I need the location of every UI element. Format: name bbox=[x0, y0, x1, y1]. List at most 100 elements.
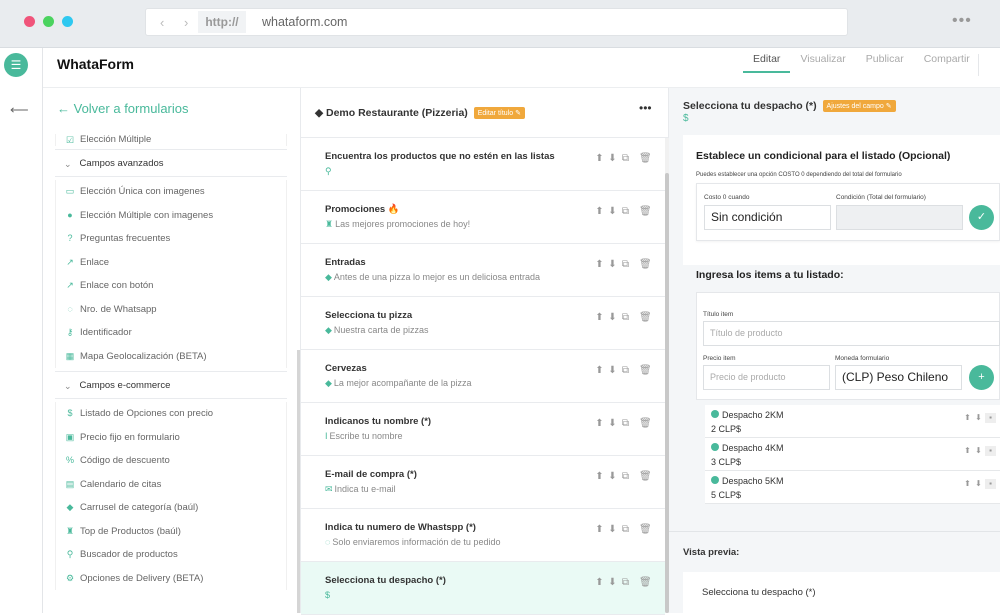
list-item[interactable]: ◌ Nro. de Whatsapp bbox=[55, 297, 287, 321]
list-item[interactable]: ⚷ Identificador bbox=[55, 321, 287, 345]
trash-icon[interactable]: 🗑 bbox=[639, 312, 652, 323]
condition-input[interactable] bbox=[836, 205, 963, 230]
arrow-up-icon[interactable]: ⬆ bbox=[594, 206, 605, 217]
url-bar[interactable]: ‹ › http:// whataform.com bbox=[145, 8, 848, 36]
tab-visualizar[interactable]: Visualizar bbox=[790, 48, 855, 73]
back-forward-icon[interactable]: ‹ › bbox=[160, 15, 196, 30]
arrow-down-icon[interactable]: ⬇ bbox=[607, 206, 618, 217]
list-item[interactable]: ▣ Precio fijo en formulario bbox=[55, 425, 287, 449]
arrow-up-icon[interactable]: ⬆ bbox=[963, 413, 972, 423]
edit-title-button[interactable]: Editar título ✎ bbox=[473, 107, 525, 120]
browser-menu-icon[interactable]: ••• bbox=[952, 12, 972, 30]
url-host[interactable]: whataform.com bbox=[262, 15, 347, 29]
arrow-up-icon[interactable]: ⬆ bbox=[594, 153, 605, 164]
table-row[interactable]: Indicanos tu nombre (*) I Escribe tu nomb… bbox=[301, 403, 665, 456]
copy-icon[interactable]: ⧉ bbox=[620, 577, 631, 588]
tab-compartir[interactable]: Compartir bbox=[914, 48, 980, 73]
list-item[interactable]: ☑ Elección Múltiple bbox=[55, 134, 287, 146]
arrow-up-icon[interactable]: ⬆ bbox=[594, 312, 605, 323]
arrow-down-icon[interactable]: ⬇ bbox=[607, 365, 618, 376]
currency-select[interactable]: (CLP) Peso Chileno bbox=[835, 365, 962, 390]
maximize-window-dot[interactable] bbox=[43, 16, 54, 27]
copy-icon[interactable]: ⧉ bbox=[620, 524, 631, 535]
copy-icon[interactable]: ⧉ bbox=[620, 312, 631, 323]
back-to-forms-link[interactable]: ← Volver a formularios bbox=[57, 101, 189, 116]
price-input[interactable]: Precio de producto bbox=[703, 365, 830, 390]
list-item[interactable]: ⚙ Opciones de Delivery (BETA) bbox=[55, 566, 287, 590]
trash-icon[interactable]: 🗑 bbox=[639, 365, 652, 376]
add-item-button[interactable]: + bbox=[969, 365, 994, 390]
arrow-down-icon[interactable]: ⬇ bbox=[607, 418, 618, 429]
copy-icon[interactable]: ⧉ bbox=[620, 418, 631, 429]
list-item[interactable]: ↗ Enlace bbox=[55, 250, 287, 274]
trash-icon[interactable]: 🗑 bbox=[639, 153, 652, 164]
arrow-left-icon[interactable]: ⟵ bbox=[10, 102, 29, 118]
arrow-down-icon[interactable]: ⬇ bbox=[607, 259, 618, 270]
arrow-up-icon[interactable]: ⬆ bbox=[594, 418, 605, 429]
list-item[interactable]: ▭ Elección Única con imagenes bbox=[55, 180, 287, 204]
trash-icon[interactable]: 🗑 bbox=[639, 418, 652, 429]
more-options-icon[interactable]: ••• bbox=[639, 101, 652, 115]
trash-icon[interactable]: 🗑 bbox=[639, 577, 652, 588]
list-item[interactable]: Despacho 4KM 3 CLP$ ⬆ ⬇ ▪ bbox=[705, 438, 1000, 471]
arrow-down-icon[interactable]: ⬇ bbox=[607, 153, 618, 164]
trash-icon[interactable]: ▪ bbox=[985, 479, 996, 489]
item-title-input[interactable]: Título de producto bbox=[703, 321, 1000, 346]
arrow-down-icon[interactable]: ⬇ bbox=[607, 524, 618, 535]
list-item[interactable]: ♜ Top de Productos (baúl) bbox=[55, 519, 287, 543]
trash-icon[interactable]: ▪ bbox=[985, 413, 996, 423]
list-item[interactable]: ◆ Carrusel de categoría (baúl) bbox=[55, 496, 287, 520]
confirm-button[interactable]: ✓ bbox=[969, 205, 994, 230]
trash-icon[interactable]: 🗑 bbox=[639, 471, 652, 482]
list-item[interactable]: % Código de descuento bbox=[55, 449, 287, 473]
arrow-up-icon[interactable]: ⬆ bbox=[594, 259, 605, 270]
app-logo-icon[interactable]: ☰ bbox=[4, 53, 28, 77]
table-row[interactable]: Promociones 🔥 ♜ Las mejores promociones d… bbox=[301, 191, 665, 244]
scrollbar[interactable] bbox=[297, 350, 300, 613]
list-item[interactable]: $ Listado de Opciones con precio bbox=[55, 402, 287, 426]
arrow-down-icon[interactable]: ⬇ bbox=[974, 413, 983, 423]
cost-select[interactable]: Sin condición bbox=[704, 205, 831, 230]
table-row[interactable]: Indica tu numero de Whastspp (*) ◌ Solo e… bbox=[301, 509, 665, 562]
close-window-dot[interactable] bbox=[24, 16, 35, 27]
arrow-up-icon[interactable]: ⬆ bbox=[963, 479, 972, 489]
list-item[interactable]: ● Elección Múltiple con imagenes bbox=[55, 203, 287, 227]
trash-icon[interactable]: 🗑 bbox=[639, 524, 652, 535]
list-item[interactable]: ⚲ Buscador de productos bbox=[55, 543, 287, 567]
list-item[interactable]: ? Preguntas frecuentes bbox=[55, 227, 287, 251]
section-header[interactable]: ⌄ Campos e-commerce bbox=[55, 371, 287, 399]
arrow-up-icon[interactable]: ⬆ bbox=[594, 365, 605, 376]
trash-icon[interactable]: ▪ bbox=[985, 446, 996, 456]
list-item[interactable]: ↗ Enlace con botón bbox=[55, 274, 287, 298]
copy-icon[interactable]: ⧉ bbox=[620, 471, 631, 482]
arrow-up-icon[interactable]: ⬆ bbox=[594, 524, 605, 535]
arrow-up-icon[interactable]: ⬆ bbox=[963, 446, 972, 456]
copy-icon[interactable]: ⧉ bbox=[620, 153, 631, 164]
trash-icon[interactable]: 🗑 bbox=[639, 259, 652, 270]
table-row[interactable]: E-mail de compra (*) ✉ Indica tu e-mail ⬆… bbox=[301, 456, 665, 509]
arrow-down-icon[interactable]: ⬇ bbox=[607, 577, 618, 588]
arrow-up-icon[interactable]: ⬆ bbox=[594, 577, 605, 588]
arrow-down-icon[interactable]: ⬇ bbox=[974, 446, 983, 456]
copy-icon[interactable]: ⧉ bbox=[620, 365, 631, 376]
table-row-selected[interactable]: Selecciona tu despacho (*) $ ⬆ ⬇ ⧉ 🗑 bbox=[301, 562, 665, 615]
list-item[interactable]: Despacho 5KM 5 CLP$ ⬆ ⬇ ▪ bbox=[705, 471, 1000, 504]
tab-publicar[interactable]: Publicar bbox=[856, 48, 914, 73]
tab-editar[interactable]: Editar bbox=[743, 48, 791, 73]
arrow-down-icon[interactable]: ⬇ bbox=[974, 479, 983, 489]
section-header[interactable]: ⌄ Campos avanzados bbox=[55, 149, 287, 177]
table-row[interactable]: Encuentra los productos que no estén en … bbox=[301, 138, 665, 191]
arrow-down-icon[interactable]: ⬇ bbox=[607, 471, 618, 482]
table-row[interactable]: Cervezas ◆ La mejor acompañante de la piz… bbox=[301, 350, 665, 403]
minimize-window-dot[interactable] bbox=[62, 16, 73, 27]
list-item[interactable]: ▦ Mapa Geolocalización (BETA) bbox=[55, 344, 287, 368]
list-item[interactable]: ▤ Calendario de citas bbox=[55, 472, 287, 496]
arrow-up-icon[interactable]: ⬆ bbox=[594, 471, 605, 482]
table-row[interactable]: Selecciona tu pizza ◆ Nuestra carta de pi… bbox=[301, 297, 665, 350]
field-settings-button[interactable]: Ajustes del campo ✎ bbox=[822, 100, 896, 113]
trash-icon[interactable]: 🗑 bbox=[639, 206, 652, 217]
arrow-down-icon[interactable]: ⬇ bbox=[607, 312, 618, 323]
table-row[interactable]: Entradas ◆ Antes de una pizza lo mejor es… bbox=[301, 244, 665, 297]
list-item[interactable]: Despacho 2KM 2 CLP$ ⬆ ⬇ ▪ bbox=[705, 405, 1000, 438]
copy-icon[interactable]: ⧉ bbox=[620, 259, 631, 270]
